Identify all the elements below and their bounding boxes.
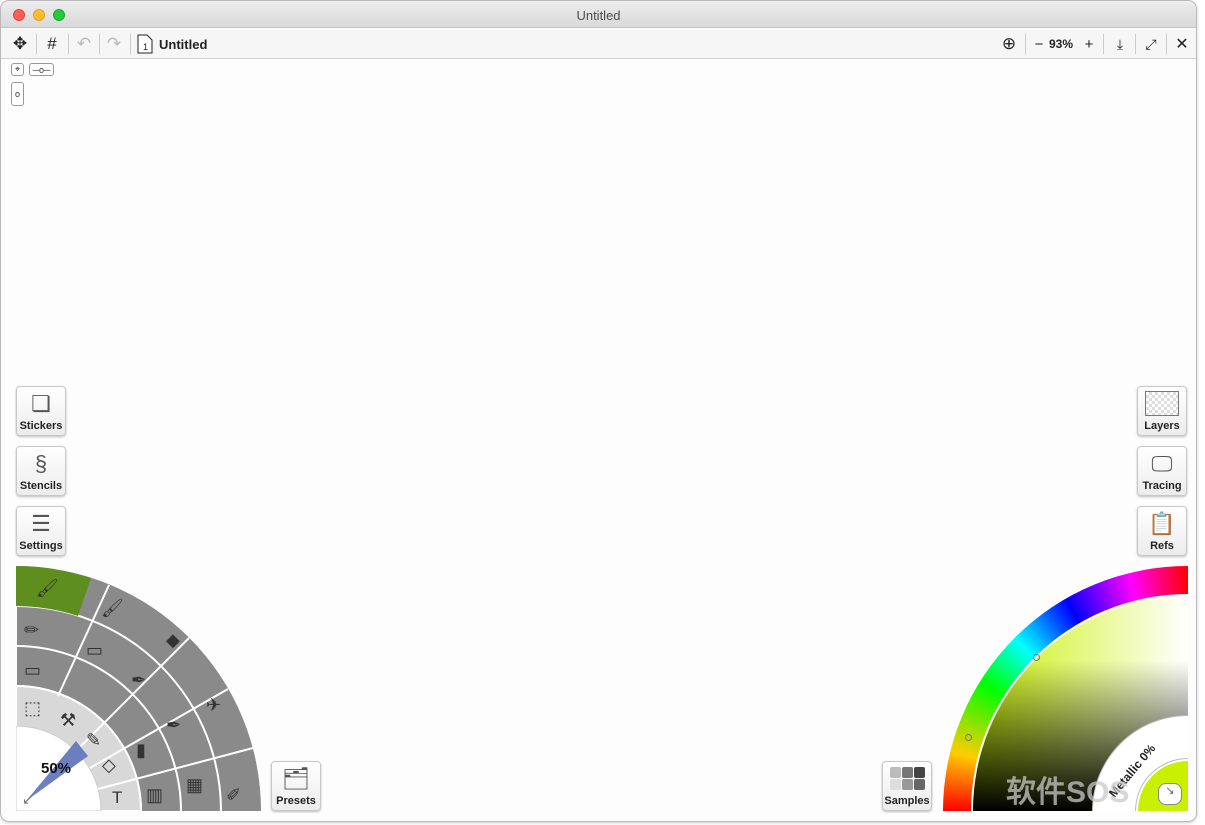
brush-size-label: 50% — [41, 760, 71, 777]
document-name[interactable]: Untitled — [159, 33, 207, 55]
collapse-color-icon[interactable]: ↘ — [1158, 783, 1182, 805]
samples-button[interactable]: Samples — [882, 761, 932, 811]
vertical-ruler-icon[interactable]: o — [11, 82, 24, 106]
presets-button[interactable]: 🗂 Presets — [271, 761, 321, 811]
close-canvas-icon[interactable]: ✕ — [1171, 33, 1193, 55]
grid-icon[interactable]: # — [41, 33, 63, 55]
refs-button[interactable]: 📋 Refs — [1137, 506, 1187, 556]
layers-icon — [1138, 387, 1186, 420]
title-bar: Untitled — [1, 1, 1196, 28]
palette-knife-icon: ◆ — [166, 630, 180, 650]
redo-icon[interactable]: ↷ — [103, 33, 125, 55]
zoom-out-button[interactable]: − — [1031, 33, 1047, 55]
horizontal-ruler-icon[interactable]: ─o─ — [29, 63, 54, 76]
tracing-button[interactable]: 🖵 Tracing — [1137, 446, 1187, 496]
hue-marker[interactable] — [965, 734, 972, 741]
text-tool-icon: T — [112, 788, 122, 807]
zoom-level: 93% — [1049, 37, 1074, 51]
roller-tool-icon: ⚒ — [60, 710, 76, 730]
folder-icon: 🗂 — [282, 765, 310, 791]
stickers-button[interactable]: ❏ Stickers — [16, 386, 66, 436]
toolbar: ✥ # ↶ ↷ 1 Untitled ⊕ − 93% + ⤓ ⤢ ✕ — [1, 29, 1196, 59]
sticker-icon: ❏ — [31, 390, 51, 416]
window-title: Untitled — [576, 8, 621, 23]
tracing-icon: 🖵 — [1151, 450, 1173, 476]
swatch-grid-icon — [883, 762, 931, 795]
custom-brush-icon: ▦ — [186, 775, 203, 795]
watermark: 软件SOS — [1006, 776, 1130, 809]
color-picker[interactable]: Metallic 0% ↘ — [943, 566, 1188, 811]
paint-brush-icon: 🖌 — [36, 578, 59, 598]
stencil-icon: § — [34, 450, 48, 476]
round-brush-icon: 🖌 — [101, 598, 124, 618]
refs-icon: 📋 — [1148, 510, 1176, 536]
layers-button[interactable]: Layers — [1137, 386, 1187, 436]
move-icon[interactable]: ✥ — [9, 33, 31, 55]
zoom-in-button[interactable]: + — [1081, 33, 1097, 55]
download-icon[interactable]: ⤓ — [1109, 33, 1131, 55]
fullscreen-icon[interactable]: ⤢ — [1140, 33, 1162, 55]
svg-text:1: 1 — [143, 42, 148, 52]
undo-icon[interactable]: ↶ — [73, 33, 95, 55]
stencils-button[interactable]: § Stencils — [16, 446, 66, 496]
fill-tool-icon: ◇ — [102, 755, 116, 775]
selection-tool-icon: ⬚ — [24, 698, 41, 718]
pencil-icon: ✏ — [24, 620, 39, 640]
ruler-center-icon[interactable]: ⌖ — [11, 63, 24, 76]
app-window: Untitled ✥ # ↶ ↷ 1 Untitled ⊕ − 93% + ⤓ … — [0, 0, 1197, 822]
technical-pen-icon: ✐ — [226, 785, 241, 805]
sliders-icon: ☰ — [31, 510, 51, 536]
tool-wheel[interactable]: ⬚ ⚒ ✎ ◇ T 🖌 🖌 ✏ ▭ ◆ ▭ ✒ ✈ ✒ ▮ ✐ ▦ ▥ 50% … — [16, 566, 261, 811]
collapse-wheel-icon: ↙ — [22, 791, 34, 807]
ink-pen-icon: ✒ — [166, 715, 181, 735]
marker-icon: ✒ — [131, 670, 146, 690]
eraser-icon: ▭ — [24, 660, 41, 680]
glitter-icon: ▥ — [146, 785, 163, 805]
rotate-canvas-icon[interactable]: ⊕ — [998, 33, 1020, 55]
document-icon[interactable]: 1 — [136, 33, 154, 55]
paint-roller-icon: ▭ — [86, 640, 103, 660]
airbrush-icon: ✈ — [206, 695, 221, 715]
eyedropper-tool-icon: ✎ — [86, 730, 101, 750]
paint-tube-icon: ▮ — [136, 740, 146, 760]
color-marker[interactable] — [1033, 654, 1040, 661]
settings-button[interactable]: ☰ Settings — [16, 506, 66, 556]
